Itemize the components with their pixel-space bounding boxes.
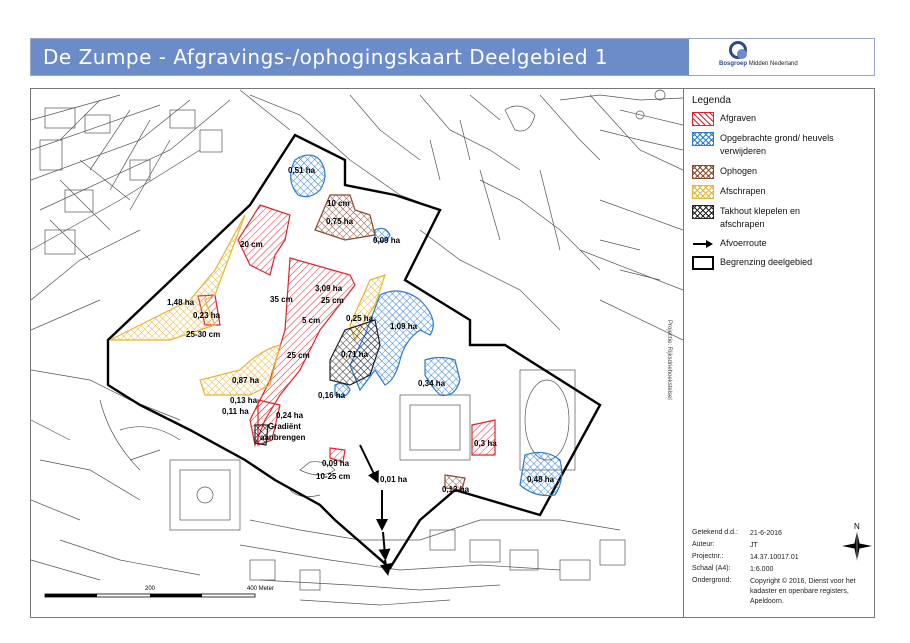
label-35cm: 35 cm: [270, 295, 293, 304]
legend-label-opgebrachte-grond: Opgebrachte grond/ heuvels verwijderen: [720, 133, 834, 156]
afvoerroute-arrows: [359, 444, 392, 576]
projection-note: Projectie: Rijksdriehoekstelsel: [666, 320, 672, 400]
title-band: De Zumpe - Afgravings-/ophogingskaart De…: [31, 39, 689, 75]
label-024: 0,24 ha: [276, 411, 304, 420]
label-gradient: Gradiënt: [268, 422, 301, 431]
map-svg: 0,51 ha 10 cm 0,75 ha 0,09 ha 20 cm 3,09…: [31, 89, 683, 606]
label-1025: 10-25 cm: [316, 472, 350, 481]
north-arrow-icon: N: [842, 522, 872, 561]
label-aanbrengen: aanbrengen: [260, 433, 305, 442]
meta-key: Projectnr.:: [692, 553, 724, 560]
title-bar: De Zumpe - Afgravings-/ophogingskaart De…: [30, 38, 875, 76]
meta-key: Getekend d.d.:: [692, 529, 738, 536]
page-title: De Zumpe - Afgravings-/ophogingskaart De…: [43, 45, 609, 69]
swatch-afschrapen-icon: [692, 185, 714, 199]
label-20cm: 20 cm: [240, 240, 263, 249]
legend-label-afvoerroute: Afvoerroute: [720, 238, 767, 248]
label-013b: 0,13 ha: [442, 485, 470, 494]
meta-schaal: Schaal (A4): 1:6.000: [692, 565, 865, 575]
label-075: 0,75 ha: [326, 217, 354, 226]
label-009: 0,09 ha: [373, 236, 401, 245]
legend-label-ophogen: Ophogen: [720, 166, 758, 176]
label-016: 0,16 ha: [318, 391, 346, 400]
label-148: 1,48 ha: [167, 298, 195, 307]
legend-item-afgraven: Afgraven: [692, 112, 845, 126]
swatch-begrenzing-icon: [692, 256, 714, 270]
scale-bar: 200 400 Meter: [44, 586, 274, 598]
meta-auteur: Auteur: JT: [692, 541, 865, 551]
logo-sub: Midden Nederland: [748, 61, 798, 67]
label-109: 1,09 ha: [390, 322, 418, 331]
legend-item-ophogen: Ophogen: [692, 165, 845, 179]
swatch-opgebrachte-grond-icon: [692, 132, 714, 146]
legend-item-afvoerroute: Afvoerroute: [692, 237, 845, 251]
legend-item-afschrapen: Afschrapen: [692, 185, 845, 199]
label-10cm: 10 cm: [327, 199, 350, 208]
label-5cm: 5 cm: [302, 316, 320, 325]
legend-label-afgraven: Afgraven: [720, 113, 757, 123]
label-25cm-2: 25 cm: [287, 351, 310, 360]
scale-label-200: 200: [145, 586, 156, 592]
legend-panel: Legenda Afgraven Opgebrachte grond/ heuv…: [683, 89, 875, 617]
label-25cm: 25 cm: [321, 296, 344, 305]
label-087: 0,87 ha: [232, 376, 260, 385]
meta-key: Ondergrond:: [692, 577, 732, 584]
swatch-afgraven-icon: [692, 112, 714, 126]
label-03: 0,3 ha: [474, 439, 497, 448]
swatch-takhout-icon: [692, 205, 714, 219]
label-051: 0,51 ha: [288, 166, 316, 175]
label-048: 0,48 ha: [527, 475, 555, 484]
legend-label-begrenzing: Begrenzing deelgebied: [720, 257, 813, 267]
label-001: 0,01 ha: [380, 475, 408, 484]
label-034: 0,34 ha: [418, 379, 446, 388]
label-025: 0,25 ha: [346, 314, 374, 323]
scale-label-400: 400 Meter: [247, 586, 274, 592]
legend-label-afschrapen: Afschrapen: [720, 186, 766, 196]
meta-projectnr: Projectnr.: 14.37.10017.01: [692, 553, 865, 563]
meta-key: Auteur:: [692, 541, 715, 548]
label-011: 0,11 ha: [222, 407, 249, 416]
bosgroep-logo: Bosgroep Midden Nederland: [719, 41, 819, 73]
map-canvas: 0,51 ha 10 cm 0,75 ha 0,09 ha 20 cm 3,09…: [31, 89, 683, 617]
arrow-icon: [693, 240, 713, 248]
swatch-ophogen-icon: [692, 165, 714, 179]
label-023: 0,23 ha: [193, 311, 221, 320]
logo-dot-icon: [737, 49, 747, 59]
meta-key: Schaal (A4):: [692, 565, 731, 572]
meta-getekend: Getekend d.d.: 21-6-2016: [692, 529, 865, 539]
label-071: 0,71 ha: [341, 350, 369, 359]
north-label: N: [854, 522, 860, 531]
legend-item-opgebrachte-grond: Opgebrachte grond/ heuvels verwijderen: [692, 132, 845, 158]
label-309: 3,09 ha: [315, 284, 343, 293]
logo-name: Bosgroep: [719, 61, 748, 67]
legend-item-begrenzing: Begrenzing deelgebied: [692, 256, 845, 270]
legend-title: Legenda: [692, 95, 731, 106]
label-009b: 0,09 ha: [322, 459, 350, 468]
legend-item-takhout: Takhout klepelen en afschrapen: [692, 205, 845, 231]
label-2530: 25-30 cm: [186, 330, 220, 339]
label-013a: 0,13 ha: [230, 396, 258, 405]
legend-label-takhout: Takhout klepelen en afschrapen: [720, 206, 801, 229]
meta-ondergrond: Ondergrond: Copyright © 2016, Dienst voor…: [692, 577, 865, 607]
meta-value: 1:6.000: [750, 566, 774, 573]
meta-value: Copyright © 2016, Dienst voor het kadast…: [750, 578, 856, 605]
